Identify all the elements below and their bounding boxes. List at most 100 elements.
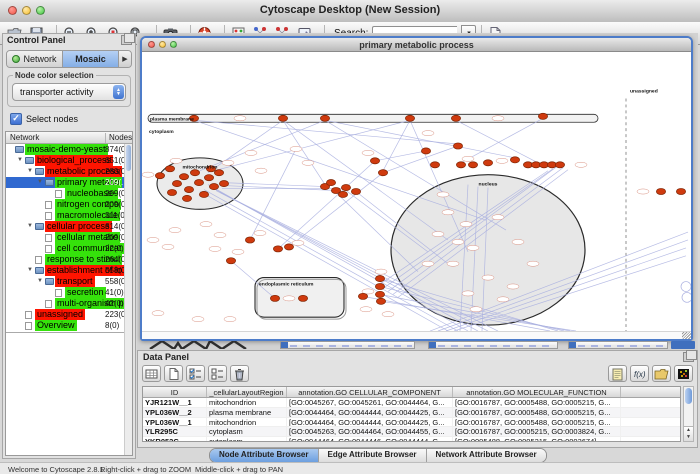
network-node[interactable] xyxy=(245,237,254,243)
self-loop-edge[interactable] xyxy=(681,282,691,292)
network-node[interactable] xyxy=(284,244,293,250)
network-node[interactable] xyxy=(375,283,384,289)
network-node[interactable] xyxy=(405,115,414,121)
network-node[interactable] xyxy=(204,175,213,181)
network-node[interactable] xyxy=(278,115,287,121)
edge[interactable] xyxy=(289,173,383,247)
table-row[interactable]: YPL036W__2plasma membrane[GO:0044464, GO… xyxy=(143,408,680,418)
network-node[interactable] xyxy=(165,166,174,172)
tree-scrollbar[interactable] xyxy=(124,144,132,455)
network-node[interactable] xyxy=(538,113,547,119)
network-node[interactable] xyxy=(179,174,188,180)
network-node[interactable] xyxy=(184,186,193,192)
network-node[interactable] xyxy=(510,157,519,163)
expand-arrow-icon[interactable]: ▼ xyxy=(37,179,43,185)
self-loop-edge[interactable] xyxy=(682,292,691,302)
tree-row[interactable]: response to stimul264(0) xyxy=(6,254,132,265)
region-plasma-membrane[interactable] xyxy=(148,114,598,122)
float-panel-icon[interactable] xyxy=(121,35,132,45)
network-node[interactable] xyxy=(676,188,685,194)
network-node[interactable] xyxy=(298,295,307,301)
tree-row[interactable]: multi-organism pro42(0) xyxy=(6,298,132,309)
tab-edge-attribute-browser[interactable]: Edge Attribute Browser xyxy=(319,449,427,462)
tree-row[interactable]: unassigned223(0) xyxy=(6,309,132,320)
network-node[interactable] xyxy=(199,191,208,197)
edge[interactable] xyxy=(383,120,410,170)
expand-arrow-icon[interactable]: ▼ xyxy=(27,223,33,229)
network-node[interactable] xyxy=(172,181,181,187)
network-node[interactable] xyxy=(358,293,367,299)
float-panel-icon[interactable] xyxy=(683,352,694,362)
new-attribute-icon[interactable] xyxy=(164,365,183,382)
network-node[interactable] xyxy=(456,162,465,168)
tree-row[interactable]: ▼cellular process614(0) xyxy=(6,221,132,232)
tab-node-attribute-browser[interactable]: Node Attribute Browser xyxy=(210,449,319,462)
column-header[interactable]: ID xyxy=(143,387,207,397)
notes-icon[interactable] xyxy=(608,365,627,382)
network-node[interactable] xyxy=(378,170,387,176)
network-canvas[interactable]: plasma membranecytoplasmmitochondrionnuc… xyxy=(142,52,691,332)
tree-row[interactable]: secretion41(0) xyxy=(6,287,132,298)
tree-row[interactable]: ▼metabolic process280(0) xyxy=(6,166,132,177)
tree-row[interactable]: macromolecule311(0) xyxy=(6,210,132,221)
unselect-attributes-icon[interactable] xyxy=(208,365,227,382)
tree-row[interactable]: nitrogen compo209(0) xyxy=(6,199,132,210)
expand-arrow-icon[interactable]: ▼ xyxy=(27,168,33,174)
tab-network[interactable]: Network xyxy=(7,51,63,67)
attribute-grid-icon[interactable] xyxy=(142,365,161,382)
network-node[interactable] xyxy=(320,115,329,121)
select-nodes-checkbox[interactable]: ✓ xyxy=(10,113,22,125)
tree-row-label[interactable]: transport xyxy=(55,276,95,287)
expand-arrow-icon[interactable]: ▼ xyxy=(37,278,43,284)
edge[interactable] xyxy=(250,149,296,240)
network-node[interactable] xyxy=(326,180,335,186)
tree-row[interactable]: cellular metabo209(0) xyxy=(6,232,132,243)
table-row[interactable]: YKR052Ccytoplasm[GO:0044464, GO:0044446,… xyxy=(143,437,680,442)
edge[interactable] xyxy=(208,120,283,172)
network-node[interactable] xyxy=(375,276,384,282)
cascaded-window-fragment[interactable] xyxy=(428,341,558,349)
network-node[interactable] xyxy=(226,258,235,264)
network-node[interactable] xyxy=(555,162,564,168)
delete-attribute-icon[interactable] xyxy=(230,365,249,382)
function-builder-icon[interactable]: f(x) xyxy=(630,365,649,382)
network-node[interactable] xyxy=(351,188,360,194)
cascaded-window-fragment[interactable] xyxy=(568,341,668,349)
tree-row[interactable]: mosaic-demo-yeast874(0) xyxy=(6,144,132,155)
network-node[interactable] xyxy=(209,183,218,189)
tree-row[interactable]: ▼transport558(0) xyxy=(6,276,132,287)
table-row[interactable]: YPL036W__1mitochondrion[GO:0044464, GO:0… xyxy=(143,418,680,428)
network-node[interactable] xyxy=(421,148,430,154)
tree-row[interactable]: ▼biological_process651(0) xyxy=(6,155,132,166)
edge[interactable] xyxy=(278,161,375,249)
tree-row[interactable]: cell communicat22(0) xyxy=(6,243,132,254)
edge[interactable] xyxy=(375,151,426,161)
cascaded-window-fragment[interactable] xyxy=(280,341,415,349)
tree-row[interactable]: ▼establishment of lo558(0) xyxy=(6,265,132,276)
network-window-titlebar[interactable]: primary metabolic process xyxy=(142,38,691,52)
network-node[interactable] xyxy=(155,173,164,179)
network-node[interactable] xyxy=(468,162,477,168)
region-nucleus[interactable] xyxy=(391,175,585,325)
overview-window-fragment[interactable] xyxy=(148,341,268,349)
column-header[interactable]: annotation.GO MOLECULAR_FUNCTION xyxy=(453,387,621,397)
network-node[interactable] xyxy=(194,180,203,186)
tab-network-attribute-browser[interactable]: Network Attribute Browser xyxy=(427,449,546,462)
birds-eye-view[interactable] xyxy=(6,332,132,455)
network-view-window[interactable]: primary metabolic process plasma membran… xyxy=(140,36,693,341)
column-header[interactable]: _cellularLayoutRegion xyxy=(207,387,287,397)
network-node[interactable] xyxy=(219,181,228,187)
tree-row-label[interactable]: cellular process xyxy=(45,221,112,232)
expand-arrow-icon[interactable]: ▼ xyxy=(27,267,33,273)
network-node[interactable] xyxy=(376,298,385,304)
column-header[interactable]: annotation.GO CELLULAR_COMPONENT xyxy=(287,387,453,397)
tree-row-label[interactable]: secretion xyxy=(65,287,106,298)
matrix-view-icon[interactable] xyxy=(674,365,693,382)
tree-row[interactable]: ▼primary metabo209(... xyxy=(6,177,132,188)
table-row[interactable]: YJR121W__1mitochondrion[GO:0045267, GO:0… xyxy=(143,398,680,408)
network-node[interactable] xyxy=(167,189,176,195)
resize-grip-icon[interactable] xyxy=(682,332,691,339)
select-attributes-icon[interactable] xyxy=(186,365,205,382)
tab-mosaic[interactable]: Mosaic xyxy=(63,51,119,67)
network-node[interactable] xyxy=(370,158,379,164)
